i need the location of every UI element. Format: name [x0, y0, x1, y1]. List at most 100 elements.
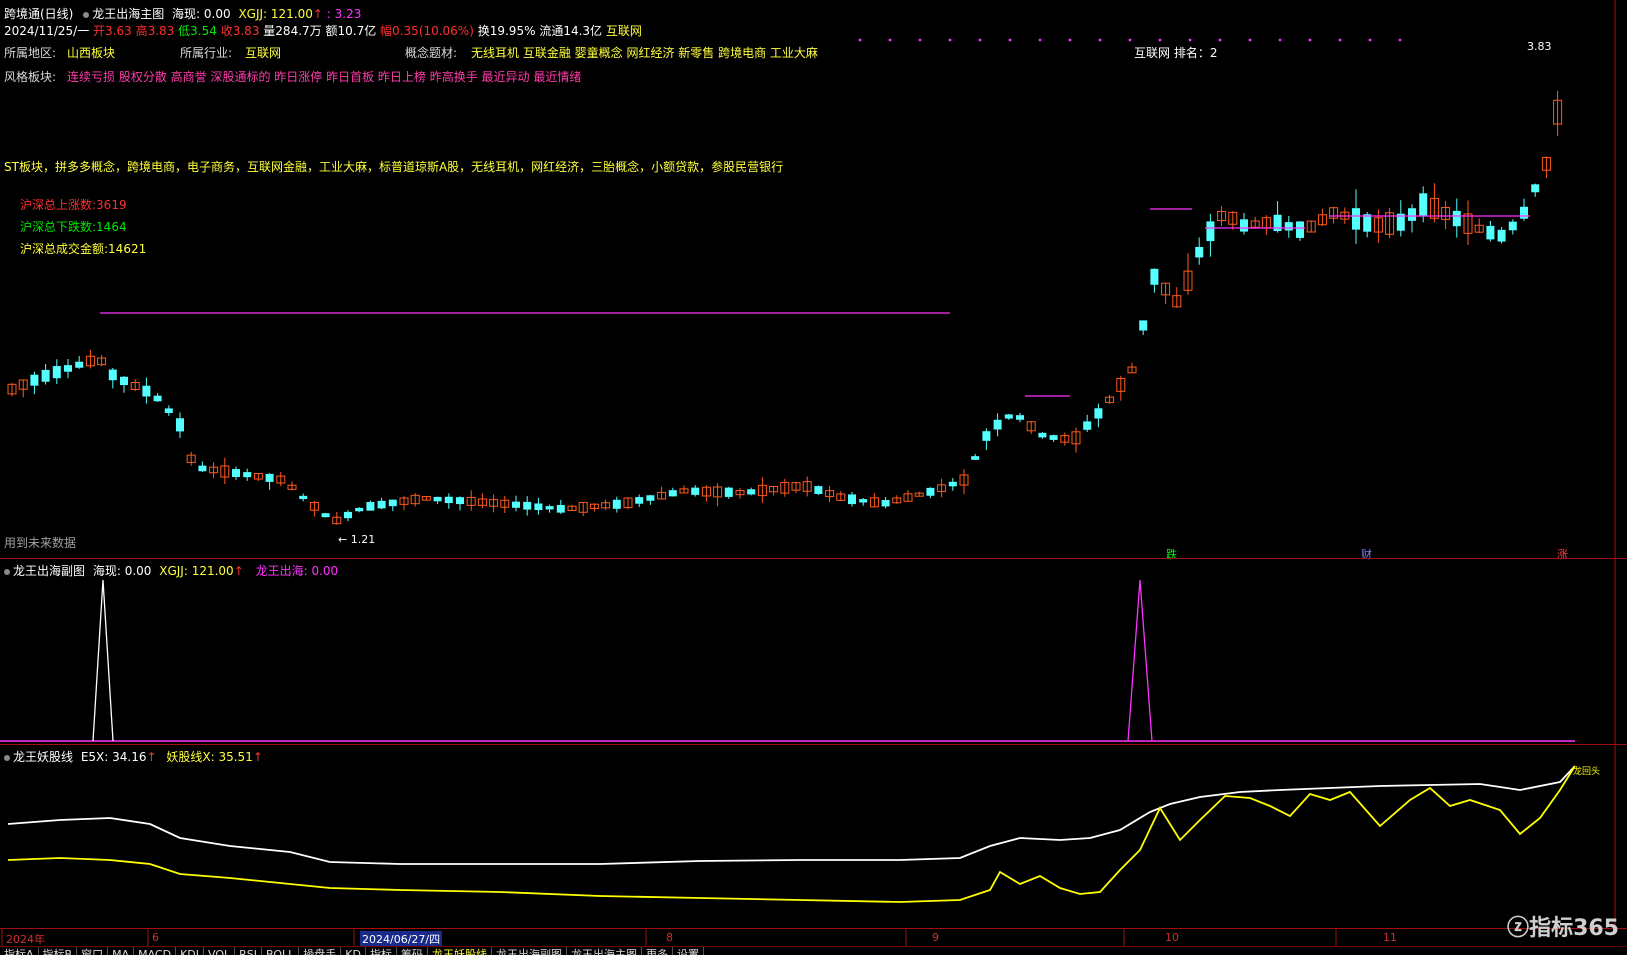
candle-body-129 — [1452, 210, 1461, 227]
watermark-logo-icon: ⓩ — [1507, 916, 1530, 941]
signal-dot — [1398, 38, 1402, 42]
signal-dot — [858, 38, 862, 42]
signal-dot — [1338, 38, 1342, 42]
signal-dot — [978, 38, 982, 42]
candle-body-28 — [321, 513, 330, 518]
candle-body-6 — [75, 361, 84, 368]
candle-body-20 — [232, 469, 240, 477]
signal-dot — [888, 38, 892, 42]
candle-body-84 — [948, 481, 957, 487]
candle-body-49 — [556, 504, 565, 513]
signal-dot — [1218, 38, 1222, 42]
candle-body-10 — [120, 376, 128, 386]
candle-body-87 — [982, 431, 991, 441]
candle-body-120 — [1352, 208, 1360, 230]
candle-body-61 — [691, 487, 700, 495]
candle-body-64 — [724, 487, 733, 497]
candle-body-4 — [52, 366, 61, 379]
candle-body-12 — [142, 385, 151, 397]
candle-body-132 — [1486, 225, 1495, 240]
candle-body-92 — [1038, 432, 1047, 438]
signal-dot — [1248, 38, 1252, 42]
candle-body-15 — [176, 418, 184, 432]
candle-body-30 — [344, 511, 352, 519]
signal-dot — [948, 38, 952, 42]
xaxis-label-2: 6 — [152, 931, 159, 944]
candle-body-136 — [1531, 184, 1540, 193]
candle-body-3 — [41, 369, 50, 382]
signal-dot — [1278, 38, 1282, 42]
candle-body-21 — [243, 472, 252, 478]
sub1-spike-magenta — [1127, 579, 1153, 742]
signal-dot — [1368, 38, 1372, 42]
signal-dot — [1158, 38, 1162, 42]
candle-body-86 — [971, 456, 980, 460]
signal-dot — [1128, 38, 1132, 42]
xaxis-cursor-date: 2024/06/27/四 — [360, 931, 443, 947]
candle-body-45 — [512, 501, 520, 508]
candle-body-32 — [366, 501, 375, 511]
candle-body-9 — [108, 369, 117, 381]
candle-body-33 — [377, 500, 386, 509]
signal-dot — [918, 38, 922, 42]
candle-body-82 — [926, 487, 935, 496]
candle-body-97 — [1094, 408, 1103, 419]
candle-body-134 — [1508, 221, 1517, 231]
candle-body-88 — [993, 419, 1002, 430]
candle-body-121 — [1363, 214, 1372, 232]
watermark-logo: ⓩ指标365 — [1507, 910, 1619, 942]
candle-body-48 — [545, 506, 554, 510]
candle-body-78 — [881, 500, 890, 507]
candle-body-23 — [265, 473, 274, 482]
signal-dot — [1068, 38, 1072, 42]
candle-body-115 — [1296, 221, 1304, 238]
candle-body-54 — [612, 499, 621, 509]
candle-body-126 — [1419, 193, 1428, 216]
kline-chart[interactable] — [0, 0, 1627, 954]
candle-body-96 — [1083, 421, 1092, 430]
candle-body-110 — [1240, 219, 1248, 232]
candle-body-2 — [30, 374, 39, 386]
candle-body-75 — [848, 494, 856, 505]
candle-body-133 — [1497, 229, 1506, 242]
candle-body-135 — [1520, 206, 1528, 219]
candle-body-76 — [859, 499, 868, 503]
xaxis-label-1: 2024年 — [6, 933, 45, 946]
signal-dot — [1038, 38, 1042, 42]
candle-body-31 — [355, 507, 364, 512]
candle-body-114 — [1284, 222, 1293, 231]
candle-body-93 — [1049, 435, 1058, 440]
candle-body-101 — [1139, 320, 1148, 331]
signal-dot — [1008, 38, 1012, 42]
candle-body-40 — [456, 497, 464, 505]
candle-body-26 — [299, 495, 308, 500]
candle-body-113 — [1273, 214, 1282, 232]
candle-body-56 — [635, 497, 644, 504]
sub2-yao-line — [7, 765, 1576, 903]
signal-dot — [1188, 38, 1192, 42]
xaxis-label-5: 10 — [1165, 931, 1179, 944]
candle-body-38 — [433, 496, 442, 502]
candle-body-72 — [814, 486, 823, 494]
signal-dot — [1308, 38, 1312, 42]
candle-body-13 — [153, 395, 162, 402]
candle-body-46 — [523, 501, 532, 510]
candle-body-89 — [1004, 414, 1013, 419]
xaxis-label-4: 9 — [932, 931, 939, 944]
sub1-spike-white — [92, 579, 114, 742]
watermark-text: 指标365 — [1529, 916, 1619, 941]
candle-body-39 — [444, 496, 453, 504]
candle-body-5 — [64, 365, 72, 372]
candle-body-125 — [1408, 208, 1416, 221]
candle-body-17 — [198, 465, 207, 472]
signal-dot — [1098, 38, 1102, 42]
xaxis-label-6: 11 — [1383, 931, 1397, 944]
candle-body-102 — [1150, 268, 1159, 285]
candle-body-106 — [1195, 246, 1204, 258]
candle-body-47 — [534, 503, 543, 511]
candle-body-90 — [1016, 415, 1024, 420]
candle-body-14 — [164, 408, 173, 413]
candle-body-59 — [668, 490, 677, 497]
candle-body-57 — [646, 495, 655, 501]
xaxis-label-3: 8 — [666, 931, 673, 944]
